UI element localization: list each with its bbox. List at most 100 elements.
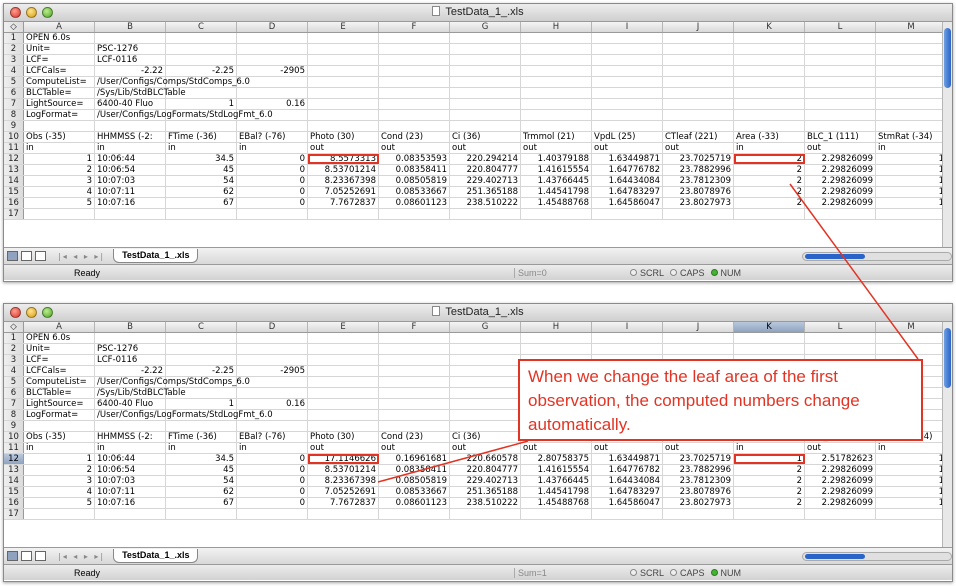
table-cell[interactable]: [308, 88, 379, 98]
column-header-c[interactable]: C: [166, 22, 237, 32]
table-cell[interactable]: [663, 33, 734, 43]
table-cell[interactable]: Ci (36): [450, 132, 521, 142]
table-cell[interactable]: 2.29826099: [805, 187, 876, 197]
table-cell[interactable]: 1: [876, 176, 947, 186]
table-cell[interactable]: 2: [734, 498, 805, 508]
table-cell[interactable]: [166, 421, 237, 431]
row-header[interactable]: 6: [4, 388, 24, 398]
vertical-scrollbar[interactable]: [942, 22, 952, 247]
table-cell[interactable]: [876, 344, 947, 354]
table-cell[interactable]: 17.1146626: [308, 454, 379, 464]
page-layout-view-icon[interactable]: [21, 551, 32, 561]
table-cell[interactable]: StmRat (-34): [876, 132, 947, 142]
table-cell[interactable]: [379, 66, 450, 76]
column-header-d[interactable]: D: [237, 322, 308, 332]
table-cell[interactable]: 1: [876, 498, 947, 508]
table-cell[interactable]: [308, 399, 379, 409]
table-cell[interactable]: [876, 66, 947, 76]
table-cell[interactable]: 3: [24, 176, 95, 186]
table-cell[interactable]: 62: [166, 187, 237, 197]
table-cell[interactable]: 0: [237, 176, 308, 186]
table-cell[interactable]: LCF=: [24, 355, 95, 365]
column-header-m[interactable]: M: [876, 322, 947, 332]
table-cell[interactable]: ComputeList=: [24, 77, 95, 87]
table-cell[interactable]: [308, 333, 379, 343]
table-cell[interactable]: [663, 121, 734, 131]
table-cell[interactable]: 0.08358411: [379, 165, 450, 175]
table-cell[interactable]: [24, 209, 95, 219]
spreadsheet-grid[interactable]: ◇ A B C D E F G H I J K L M 1 OPEN 6.0s 2 Unit= PSC-1276 3 L…: [4, 22, 952, 220]
table-cell[interactable]: out: [379, 143, 450, 153]
table-cell[interactable]: /Sys/Lib/StdBLCTable: [95, 388, 186, 398]
table-cell[interactable]: in: [876, 143, 947, 153]
table-cell[interactable]: 10:06:44: [95, 454, 166, 464]
table-cell[interactable]: 1.43766445: [521, 176, 592, 186]
table-cell[interactable]: [592, 209, 663, 219]
page-layout-view-icon[interactable]: [21, 251, 32, 261]
table-cell[interactable]: 1.44541798: [521, 187, 592, 197]
table-cell[interactable]: 1.64586047: [592, 498, 663, 508]
table-cell[interactable]: LCF=: [24, 55, 95, 65]
table-cell[interactable]: [379, 509, 450, 519]
table-cell[interactable]: [876, 110, 947, 120]
table-cell[interactable]: [734, 333, 805, 343]
table-cell[interactable]: [876, 33, 947, 43]
table-cell[interactable]: [237, 344, 308, 354]
table-cell[interactable]: 1.41615554: [521, 465, 592, 475]
table-cell[interactable]: 1: [876, 476, 947, 486]
table-cell[interactable]: [876, 333, 947, 343]
table-cell[interactable]: [379, 209, 450, 219]
table-cell[interactable]: [450, 388, 521, 398]
table-cell[interactable]: [450, 399, 521, 409]
table-cell[interactable]: -2.22: [95, 366, 166, 376]
table-cell[interactable]: [592, 88, 663, 98]
table-cell[interactable]: 229.402713: [450, 176, 521, 186]
vertical-scroll-thumb[interactable]: [944, 28, 951, 88]
table-cell[interactable]: 1.64776782: [592, 465, 663, 475]
table-cell[interactable]: 0: [237, 187, 308, 197]
column-header-m[interactable]: M: [876, 22, 947, 32]
table-cell[interactable]: [592, 66, 663, 76]
table-cell[interactable]: [95, 509, 166, 519]
table-cell[interactable]: [379, 44, 450, 54]
table-cell[interactable]: LightSource=: [24, 399, 95, 409]
table-cell[interactable]: [166, 333, 237, 343]
table-cell[interactable]: 2.29826099: [805, 176, 876, 186]
table-cell[interactable]: FTime (-36): [166, 132, 237, 142]
table-cell[interactable]: 5: [24, 198, 95, 208]
table-cell[interactable]: [734, 209, 805, 219]
table-cell[interactable]: HHMMSS (-2:: [95, 432, 166, 442]
table-cell[interactable]: [237, 509, 308, 519]
column-header-k[interactable]: K: [734, 322, 805, 332]
column-header-k[interactable]: K: [734, 22, 805, 32]
table-cell[interactable]: [308, 110, 379, 120]
table-cell[interactable]: [521, 66, 592, 76]
table-cell[interactable]: [663, 44, 734, 54]
vertical-scrollbar[interactable]: [942, 322, 952, 547]
table-cell[interactable]: [308, 509, 379, 519]
table-cell[interactable]: [592, 33, 663, 43]
table-cell[interactable]: [450, 44, 521, 54]
table-cell[interactable]: [450, 88, 521, 98]
table-cell[interactable]: [450, 366, 521, 376]
table-cell[interactable]: 2.29826099: [805, 476, 876, 486]
table-cell[interactable]: [308, 388, 379, 398]
table-cell[interactable]: 1: [734, 454, 805, 464]
table-cell[interactable]: 10:07:16: [95, 198, 166, 208]
table-cell[interactable]: [237, 355, 308, 365]
table-cell[interactable]: 1: [166, 99, 237, 109]
table-cell[interactable]: [876, 77, 947, 87]
table-cell[interactable]: 0.16: [237, 99, 308, 109]
table-cell[interactable]: [521, 99, 592, 109]
table-cell[interactable]: [308, 344, 379, 354]
table-cell[interactable]: [805, 333, 876, 343]
horizontal-scroll-thumb[interactable]: [805, 253, 865, 259]
table-cell[interactable]: [876, 55, 947, 65]
row-header[interactable]: 16: [4, 498, 24, 508]
table-cell[interactable]: [308, 209, 379, 219]
table-cell[interactable]: 0.16961681: [379, 454, 450, 464]
table-cell[interactable]: 23.7812309: [663, 176, 734, 186]
table-cell[interactable]: 2: [734, 165, 805, 175]
table-cell[interactable]: [521, 110, 592, 120]
table-cell[interactable]: [379, 33, 450, 43]
